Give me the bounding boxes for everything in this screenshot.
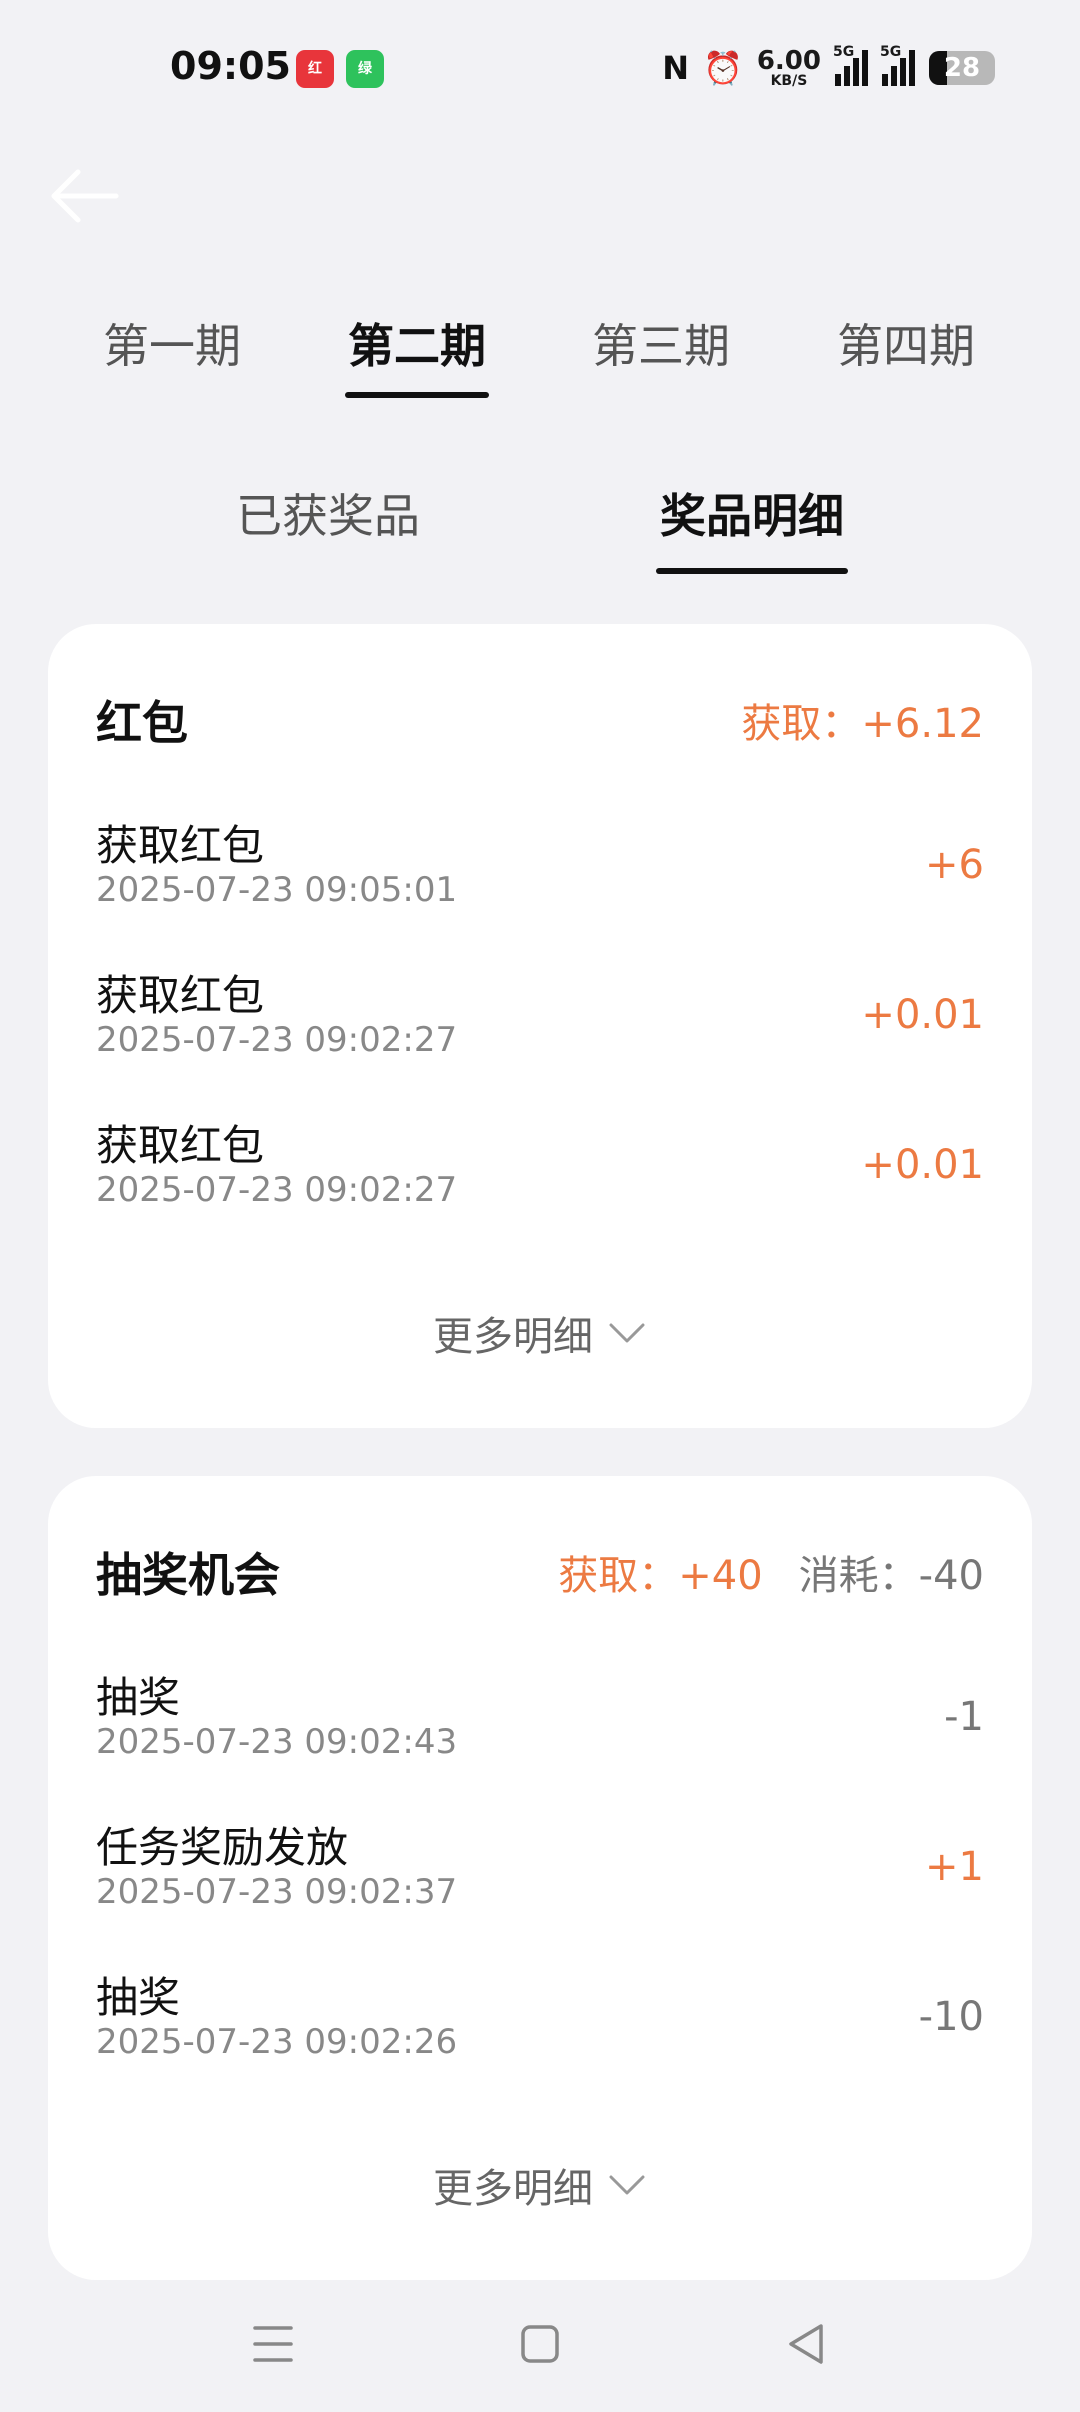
record-item: 获取红包 2025-07-23 09:02:27 +0.01 [96,962,984,1082]
gain-total: 获取：+6.12 [741,701,984,747]
menu-button[interactable] [243,2314,303,2374]
tab-period-1[interactable]: 第一期 [72,310,272,376]
system-navigation-bar [0,2290,1080,2412]
clock: 09:05 [170,44,291,88]
tab-label: 第四期 [837,319,975,373]
more-details-label: 更多明细 [433,2166,593,2212]
record-time: 2025-07-23 09:02:27 [96,1020,458,1060]
signal-strength-icon: 5G [833,44,868,86]
network-speed-value: 6.00 [756,46,821,76]
chevron-down-icon [609,2175,645,2195]
back-button[interactable] [44,160,124,232]
more-details-button[interactable]: 更多明细 [48,2156,1032,2214]
gain-total: 获取：+40 [558,1553,763,1599]
tab-label: 第二期 [348,319,486,373]
home-button[interactable] [510,2314,570,2374]
menu-icon [253,2326,293,2362]
tab-label: 奖品明细 [660,489,844,543]
record-item: 获取红包 2025-07-23 09:02:27 +0.01 [96,1112,984,1232]
record-time: 2025-07-23 09:02:26 [96,2022,458,2062]
tab-prize-details[interactable]: 奖品明细 [612,480,892,574]
active-tab-indicator [345,392,489,398]
record-time: 2025-07-23 09:02:37 [96,1872,458,1912]
record-amount: +6 [925,842,984,888]
back-triangle-icon [789,2324,823,2364]
battery-icon: 28 [929,51,995,85]
record-time: 2025-07-23 09:02:27 [96,1170,458,1210]
lottery-chances-card: 抽奖机会 获取：+40 消耗：-40 抽奖 2025-07-23 09:02:4… [48,1476,1032,2280]
more-details-label: 更多明细 [433,1314,593,1360]
alarm-icon: ⏰ [703,49,743,87]
record-amount: -1 [944,1694,984,1740]
tab-period-4[interactable]: 第四期 [806,310,1006,376]
tab-label: 第三期 [592,319,730,373]
notification-app-icon: 红 [296,50,334,88]
signal-type-label: 5G [833,44,855,60]
record-item: 抽奖 2025-07-23 09:02:26 -10 [96,1964,984,2084]
record-amount: +0.01 [861,992,984,1038]
record-name: 任务奖励发放 [96,1823,349,1872]
status-bar: 09:05 红 绿 N ⏰ 6.00 KB/S 5G 5G 28 [0,0,1080,140]
battery-level: 28 [943,53,981,83]
card-title: 抽奖机会 [96,1548,280,1602]
nfc-icon: N [662,49,689,87]
period-tabs: 第一期 第二期 第三期 第四期 [0,290,1080,410]
chevron-down-icon [609,1323,645,1343]
tab-won-prizes[interactable]: 已获奖品 [188,480,468,546]
tab-period-2[interactable]: 第二期 [317,310,517,398]
notification-app-icon: 绿 [346,50,384,88]
record-amount: +0.01 [861,1142,984,1188]
network-speed: 6.00 KB/S [757,48,821,88]
record-name: 获取红包 [96,971,265,1020]
record-name: 抽奖 [96,1673,181,1722]
active-tab-indicator [656,568,848,574]
network-speed-unit: KB/S [770,73,808,89]
record-item: 任务奖励发放 2025-07-23 09:02:37 +1 [96,1814,984,1934]
record-item: 抽奖 2025-07-23 09:02:43 -1 [96,1664,984,1784]
record-name: 抽奖 [96,1973,181,2022]
back-arrow-icon [51,169,119,223]
card-title: 红包 [96,696,188,750]
record-time: 2025-07-23 09:02:43 [96,1722,458,1762]
sub-tabs: 已获奖品 奖品明细 [0,470,1080,580]
tab-label: 已获奖品 [236,489,420,543]
home-square-icon [521,2325,559,2363]
more-details-button[interactable]: 更多明细 [48,1304,1032,1362]
red-packet-card: 红包 获取：+6.12 获取红包 2025-07-23 09:05:01 +6 … [48,624,1032,1428]
tab-period-3[interactable]: 第三期 [561,310,761,376]
record-name: 获取红包 [96,1121,265,1170]
record-name: 获取红包 [96,821,265,870]
record-amount: +1 [925,1844,984,1890]
signal-strength-icon: 5G [880,44,915,86]
cost-total: 消耗：-40 [798,1553,984,1599]
signal-type-label: 5G [880,44,902,60]
record-time: 2025-07-23 09:05:01 [96,870,458,910]
back-nav-button[interactable] [777,2314,837,2374]
record-item: 获取红包 2025-07-23 09:05:01 +6 [96,812,984,932]
tab-label: 第一期 [103,319,241,373]
record-amount: -10 [918,1994,984,2040]
